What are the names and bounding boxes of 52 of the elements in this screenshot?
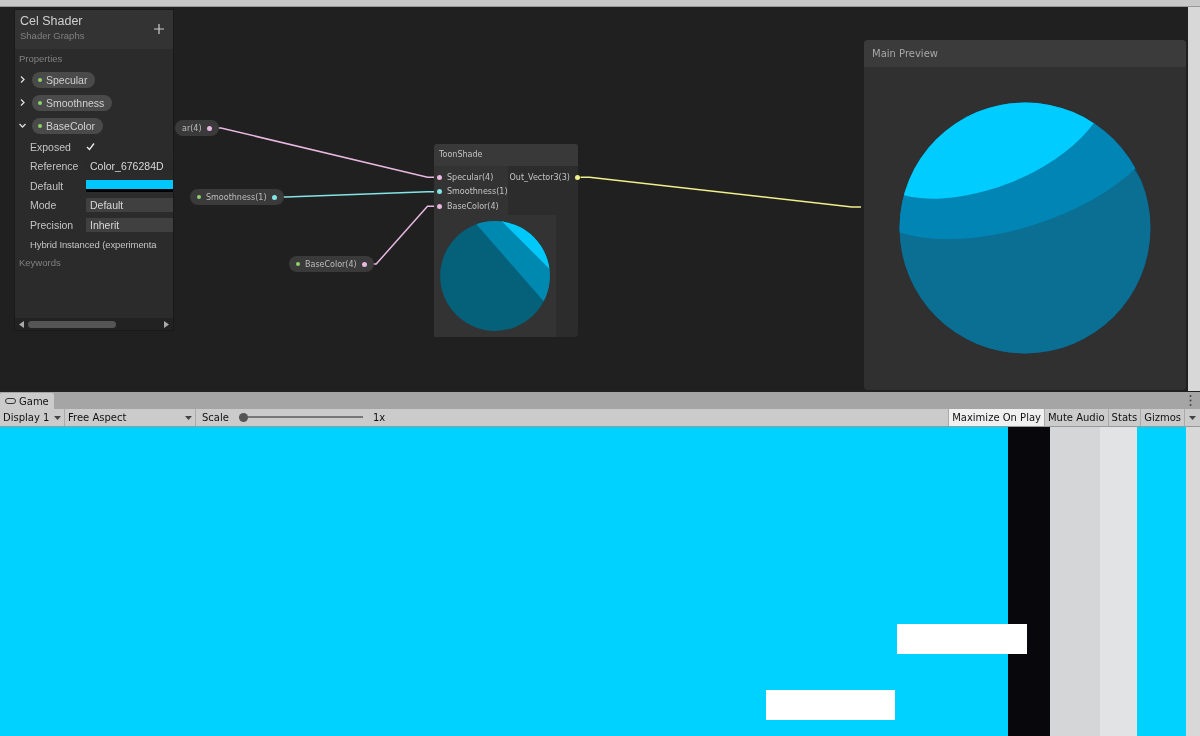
scrollbar[interactable]	[1188, 7, 1200, 391]
caret-icon	[54, 415, 61, 420]
scroll-right-icon[interactable]	[164, 320, 169, 328]
slider-thumb[interactable]	[238, 413, 248, 422]
scale-label: Scale	[202, 412, 229, 423]
section-label: Keywords	[18, 256, 62, 270]
port-dot[interactable]	[361, 261, 367, 267]
display-dropdown[interactable]: Display 1	[0, 409, 65, 426]
aspect-dropdown[interactable]: Free Aspect	[65, 409, 196, 426]
port-dot[interactable]	[206, 125, 212, 131]
field-label: Reference	[30, 160, 80, 173]
chevron-down-icon[interactable]	[19, 122, 26, 129]
blackboard-title: Cel Shader	[20, 14, 84, 28]
section-label: Properties	[18, 52, 64, 66]
shader-node[interactable]: ToonShade Specular(4) Smoothness(1) BaseColor(4) Out_Vector3(3)	[434, 144, 578, 337]
property-node[interactable]: BaseColor(4)	[289, 256, 374, 272]
panel-title: Main Preview	[864, 40, 1186, 67]
caret-icon	[1189, 415, 1196, 420]
property-node[interactable]: Smoothness(1)	[190, 189, 284, 205]
scale-reading: 1x	[372, 412, 386, 423]
scrollbar[interactable]	[15, 318, 173, 330]
toggle-button[interactable]: Maximize On Play	[948, 409, 1044, 426]
dropdown[interactable]: Default	[86, 198, 173, 213]
gamepad-icon	[5, 398, 16, 404]
port-dot[interactable]	[271, 194, 277, 200]
add-icon[interactable]	[154, 24, 164, 34]
dropdown[interactable]: Inherit	[86, 217, 173, 232]
property-pill[interactable]: Specular	[32, 71, 96, 88]
input-port[interactable]: Smoothness(1)	[434, 184, 508, 199]
chevron-right-icon[interactable]	[19, 99, 26, 106]
toggle-button[interactable]: Mute Audio	[1043, 409, 1108, 426]
toggle-button[interactable]: Stats	[1107, 409, 1141, 426]
toggle-button[interactable]: Gizmos	[1140, 409, 1184, 426]
field-label: Default	[30, 179, 65, 192]
menu-icon[interactable]	[1189, 395, 1192, 406]
field-label: Exposed	[30, 140, 72, 153]
scroll-left-icon[interactable]	[19, 320, 24, 328]
color-swatch[interactable]	[86, 179, 173, 192]
field-label: Mode	[30, 199, 58, 212]
input-port[interactable]: BaseColor(4)	[434, 199, 508, 214]
blackboard-subtitle: Shader Graphs	[20, 30, 86, 41]
node-title: ToonShade	[434, 144, 578, 166]
game-tab[interactable]: Game	[0, 393, 54, 409]
caret-icon	[185, 415, 192, 420]
chevron-right-icon[interactable]	[19, 76, 26, 83]
property-node[interactable]: ar(4)	[175, 120, 219, 136]
property-pill[interactable]: BaseColor	[32, 117, 104, 134]
property-pill[interactable]: Smoothness	[32, 94, 113, 111]
checkbox[interactable]	[86, 142, 95, 152]
field-label: Hybrid Instanced (experimenta	[30, 238, 157, 250]
input-port[interactable]: Specular(4)	[434, 170, 508, 185]
field-label: Precision	[30, 218, 75, 231]
